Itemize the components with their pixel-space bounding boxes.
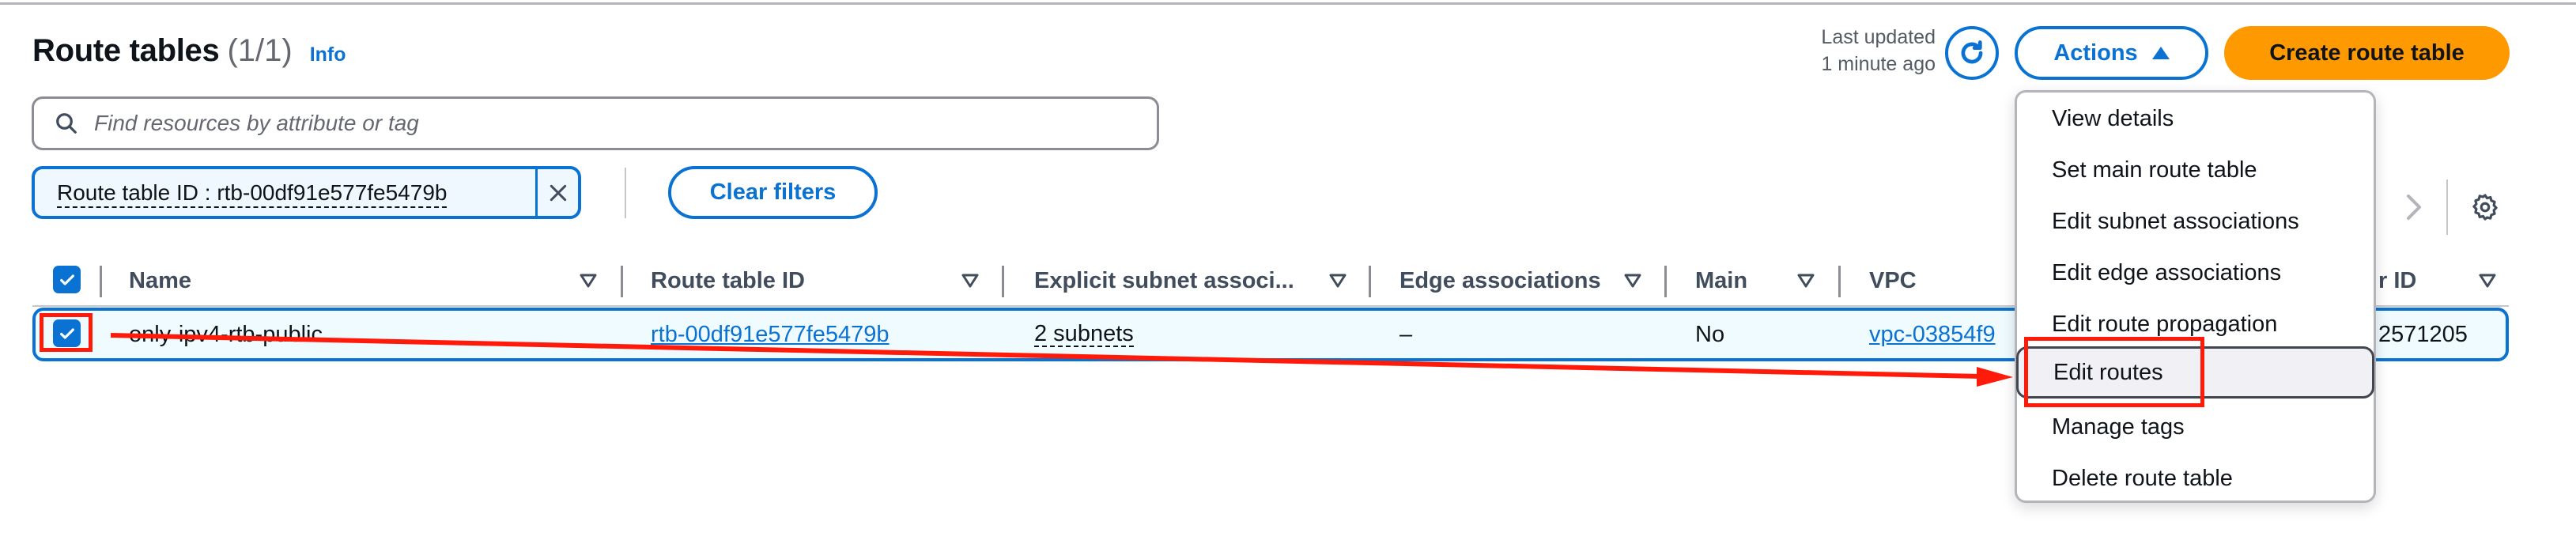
page-title: Route tables bbox=[32, 33, 220, 68]
sort-icon[interactable] bbox=[1796, 274, 1815, 288]
search-input[interactable] bbox=[94, 111, 1122, 136]
refresh-button[interactable] bbox=[1945, 26, 1999, 80]
column-header-vpc[interactable]: VPC bbox=[1869, 265, 1917, 297]
column-divider[interactable] bbox=[1664, 266, 1667, 297]
checkmark-icon bbox=[59, 274, 74, 285]
remove-filter-button[interactable] bbox=[535, 169, 578, 216]
search-icon bbox=[56, 113, 77, 134]
create-route-table-button[interactable]: Create route table bbox=[2224, 26, 2510, 80]
info-link[interactable]: Info bbox=[310, 43, 346, 66]
filter-token-label-wrap[interactable]: Route table ID : rtb-00df91e577fe5479b bbox=[35, 179, 535, 208]
pagination-divider bbox=[2446, 179, 2448, 235]
row-checkbox[interactable] bbox=[53, 319, 81, 347]
menu-item-manage-tags[interactable]: Manage tags bbox=[2017, 401, 2374, 453]
refresh-icon bbox=[1961, 40, 1983, 64]
gear-icon[interactable] bbox=[2470, 192, 2500, 222]
cell-name: only-ipv4-rtb-public bbox=[129, 321, 323, 347]
page-header: Route tables (1/1) Info bbox=[32, 33, 346, 73]
menu-item-set-main-route-table[interactable]: Set main route table bbox=[2017, 144, 2374, 196]
column-divider[interactable] bbox=[1002, 266, 1004, 297]
menu-item-edit-routes[interactable]: Edit routes bbox=[2016, 346, 2374, 399]
sort-icon[interactable] bbox=[2478, 274, 2497, 288]
column-divider[interactable] bbox=[621, 266, 623, 297]
menu-item-edit-route-propagation[interactable]: Edit route propagation bbox=[2017, 298, 2374, 350]
annotation-arrowhead bbox=[1977, 367, 2013, 387]
column-divider[interactable] bbox=[1369, 266, 1371, 297]
vpc-link[interactable]: vpc-03854f9 bbox=[1869, 322, 1996, 348]
cell-route-table-id: rtb-00df91e577fe5479b bbox=[651, 320, 890, 349]
cell-owner-id: 2571205 bbox=[2378, 321, 2468, 347]
filter-token: Route table ID : rtb-00df91e577fe5479b bbox=[32, 166, 581, 219]
actions-dropdown-menu: View details Set main route table Edit s… bbox=[2015, 90, 2376, 503]
cell-vpc: vpc-03854f9 bbox=[1869, 320, 1996, 349]
last-updated-time: 1 minute ago bbox=[1821, 53, 1936, 75]
selection-count: (1/1) bbox=[227, 33, 293, 68]
actions-label: Actions bbox=[2053, 40, 2138, 66]
clear-filters-button[interactable]: Clear filters bbox=[668, 166, 878, 219]
menu-item-delete-route-table[interactable]: Delete route table bbox=[2017, 452, 2374, 504]
sort-icon[interactable] bbox=[961, 274, 980, 288]
column-divider[interactable] bbox=[1838, 266, 1841, 297]
route-table-id-link[interactable]: rtb-00df91e577fe5479b bbox=[651, 322, 890, 348]
select-all-checkbox[interactable] bbox=[53, 266, 81, 293]
caret-up-icon bbox=[2151, 47, 2170, 59]
column-header-explicit-subnet-associations[interactable]: Explicit subnet associ... bbox=[1034, 265, 1294, 297]
sort-icon[interactable] bbox=[1623, 274, 1642, 288]
last-updated-label: Last updated bbox=[1821, 26, 1936, 48]
column-header-owner-id[interactable]: r ID bbox=[2378, 265, 2416, 297]
cell-main: No bbox=[1695, 321, 1725, 347]
subnets-popover-trigger[interactable]: 2 subnets bbox=[1034, 322, 1134, 347]
column-header-route-table-id[interactable]: Route table ID bbox=[651, 265, 805, 297]
column-header-edge-associations[interactable]: Edge associations bbox=[1399, 265, 1601, 297]
column-header-name[interactable]: Name bbox=[129, 265, 191, 297]
menu-item-edit-subnet-associations[interactable]: Edit subnet associations bbox=[2017, 195, 2374, 247]
sort-icon[interactable] bbox=[1328, 274, 1347, 288]
column-header-main[interactable]: Main bbox=[1695, 265, 1747, 297]
cell-edge-associations: – bbox=[1399, 321, 1413, 347]
close-icon bbox=[550, 184, 566, 201]
filter-divider bbox=[625, 168, 626, 218]
sort-icon[interactable] bbox=[579, 274, 598, 288]
menu-item-view-details[interactable]: View details bbox=[2017, 93, 2374, 145]
chevron-right-icon[interactable] bbox=[2404, 193, 2424, 221]
menu-item-edit-edge-associations[interactable]: Edit edge associations bbox=[2017, 247, 2374, 299]
search-box[interactable] bbox=[32, 96, 1159, 150]
actions-button[interactable]: Actions bbox=[2015, 26, 2208, 80]
column-divider[interactable] bbox=[100, 266, 102, 297]
last-updated: Last updated 1 minute ago bbox=[1805, 24, 1936, 77]
checkmark-icon bbox=[59, 327, 74, 339]
top-border bbox=[0, 2, 2576, 5]
filter-token-label[interactable]: Route table ID : rtb-00df91e577fe5479b bbox=[57, 179, 448, 208]
cell-explicit-subnet-associations: 2 subnets bbox=[1034, 320, 1134, 349]
